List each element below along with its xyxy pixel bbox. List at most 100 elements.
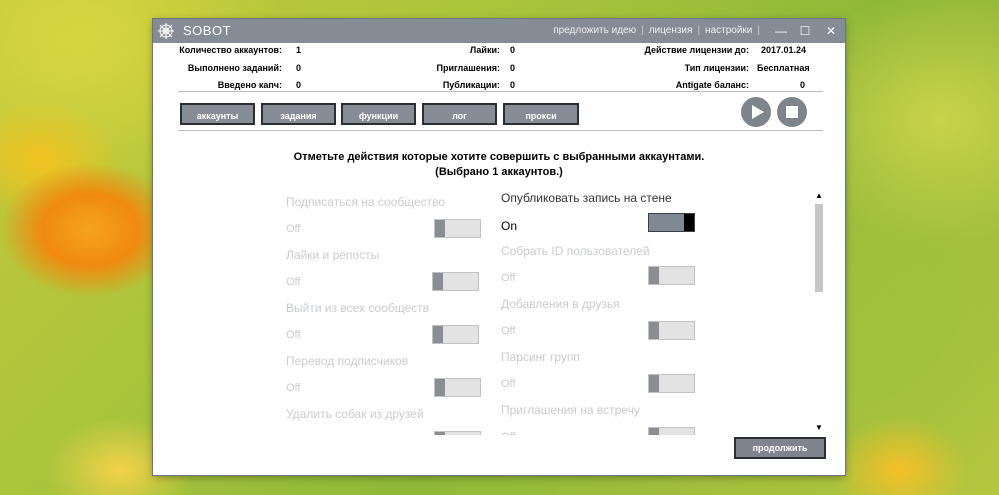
publish-post-toggle[interactable] [648,213,695,232]
top-links: предложить идею | лицензия | настройки | [553,25,765,36]
license-type-value: Бесплатная [757,63,810,73]
instruction-text: Отметьте действия которые хотите соверши… [153,150,845,180]
toggle-thumb [649,267,659,284]
header-divider [178,91,823,92]
action-title: Опубликовать запись на стене [501,191,672,205]
settings-link[interactable]: настройки [705,25,752,36]
link-separator: | [757,25,760,36]
invites-value: 0 [510,63,516,73]
collect-ids-toggle[interactable] [648,266,695,285]
posts-label: Публикации: [442,80,500,90]
toolbar-divider [178,130,823,131]
action-item-event-invites: Приглашения на встречу Off [493,403,723,435]
selected-count-line: (Выбрано 1 аккаунтов.) [435,166,563,178]
action-item-likes-reposts: Лайки и репосты Off [278,248,508,301]
toggle-thumb [435,432,445,435]
likes-label: Лайки: [469,45,500,55]
toggle-thumb [433,326,443,343]
suggest-idea-link[interactable]: предложить идею [553,25,636,36]
action-title: Удалить собак из друзей [286,407,424,421]
spider-web-icon [158,23,174,39]
subscribe-toggle[interactable] [434,219,481,238]
action-title: Выйти из всех сообществ [286,301,430,315]
stop-button[interactable] [777,97,807,127]
add-friends-toggle[interactable] [648,321,695,340]
actions-scrollbar[interactable]: ▲ ▼ [814,191,824,435]
play-icon [752,105,764,119]
remove-dogs-toggle[interactable] [434,431,481,435]
tab-proxy[interactable]: прокси [503,103,579,125]
action-state: Off [501,325,516,337]
likes-value: 0 [510,45,516,55]
antigate-balance-label: Antigate баланс: [675,80,749,90]
action-item-add-friends: Добавления в друзья Off [493,297,723,350]
stats-panel: Количество аккаунтов: 1 Выполнено задани… [153,45,845,115]
tasks-done-label: Выполнено заданий: [187,63,282,73]
action-title: Собрать ID пользователей [501,244,650,258]
action-state: Off [501,272,516,284]
actions-list: Подписаться на сообщество Off Лайки и ре… [278,187,818,435]
captcha-label: Введено капч: [217,80,282,90]
action-item-publish-post: Опубликовать запись на стене On [493,191,723,244]
maximize-button[interactable]: ☐ [793,19,817,43]
tab-tasks[interactable]: задания [261,103,336,125]
action-state: Off [501,431,515,435]
toggle-thumb [433,273,443,290]
action-title: Перевод подписчиков [286,354,408,368]
captcha-value: 0 [296,80,302,90]
link-separator: | [641,25,644,36]
scroll-down-arrow-icon[interactable]: ▼ [815,423,823,432]
minimize-button[interactable]: — [769,19,793,43]
invites-label: Приглашения: [436,63,500,73]
tab-functions[interactable]: функции [341,103,416,125]
action-title: Приглашения на встречу [501,403,640,417]
action-state: Off [286,329,301,341]
action-title: Добавления в друзья [501,297,620,311]
continue-button[interactable]: продолжить [734,437,826,459]
toggle-thumb [649,428,659,435]
action-item-transfer-subscribers: Перевод подписчиков Off [278,354,508,407]
license-type-label: Тип лицензии: [684,63,749,73]
leave-groups-toggle[interactable] [432,325,479,344]
action-state: Off [286,223,301,235]
license-until-value: 2017.01.24 [761,45,807,55]
accounts-count-label: Количество аккаунтов: [179,45,282,55]
title-bar[interactable]: SOBOT предложить идею | лицензия | настр… [153,19,845,43]
play-button[interactable] [741,97,771,127]
scroll-up-arrow-icon[interactable]: ▲ [815,191,823,200]
tab-accounts[interactable]: аккаунты [180,103,255,125]
action-state: Off [501,378,516,390]
license-until-label: Действие лицензии до: [644,45,749,55]
transfer-subscribers-toggle[interactable] [434,378,481,397]
action-state: Off [286,276,301,288]
antigate-balance-value: 0 [800,80,806,90]
toggle-thumb [649,375,659,392]
instruction-line: Отметьте действия которые хотите соверши… [293,151,705,163]
toggle-thumb [649,322,659,339]
tasks-done-value: 0 [296,63,302,73]
tab-log[interactable]: лог [422,103,497,125]
action-title: Лайки и репосты [286,248,380,262]
stop-icon [786,106,798,118]
license-link[interactable]: лицензия [649,25,693,36]
action-item-parse-groups: Парсинг групп Off [493,350,723,403]
action-item-collect-ids: Собрать ID пользователей Off [493,244,723,297]
link-separator: | [697,25,701,36]
event-invites-toggle[interactable] [648,427,695,435]
parse-groups-toggle[interactable] [648,374,695,393]
likes-reposts-toggle[interactable] [432,272,479,291]
action-state: Off [286,382,301,394]
accounts-count-value: 1 [296,45,302,55]
toggle-thumb [435,379,445,396]
scroll-thumb[interactable] [815,204,823,292]
posts-value: 0 [510,80,516,90]
action-title: Парсинг групп [501,350,580,364]
close-button[interactable]: ✕ [819,19,843,43]
action-state: On [501,219,518,233]
action-title: Подписаться на сообщество [286,195,446,209]
action-item-subscribe: Подписаться на сообщество Off [278,195,508,248]
app-window: SOBOT предложить идею | лицензия | настр… [153,19,845,475]
app-title: SOBOT [183,23,232,38]
action-item-remove-dogs: Удалить собак из друзей Off [278,407,508,435]
toggle-thumb [684,214,694,231]
